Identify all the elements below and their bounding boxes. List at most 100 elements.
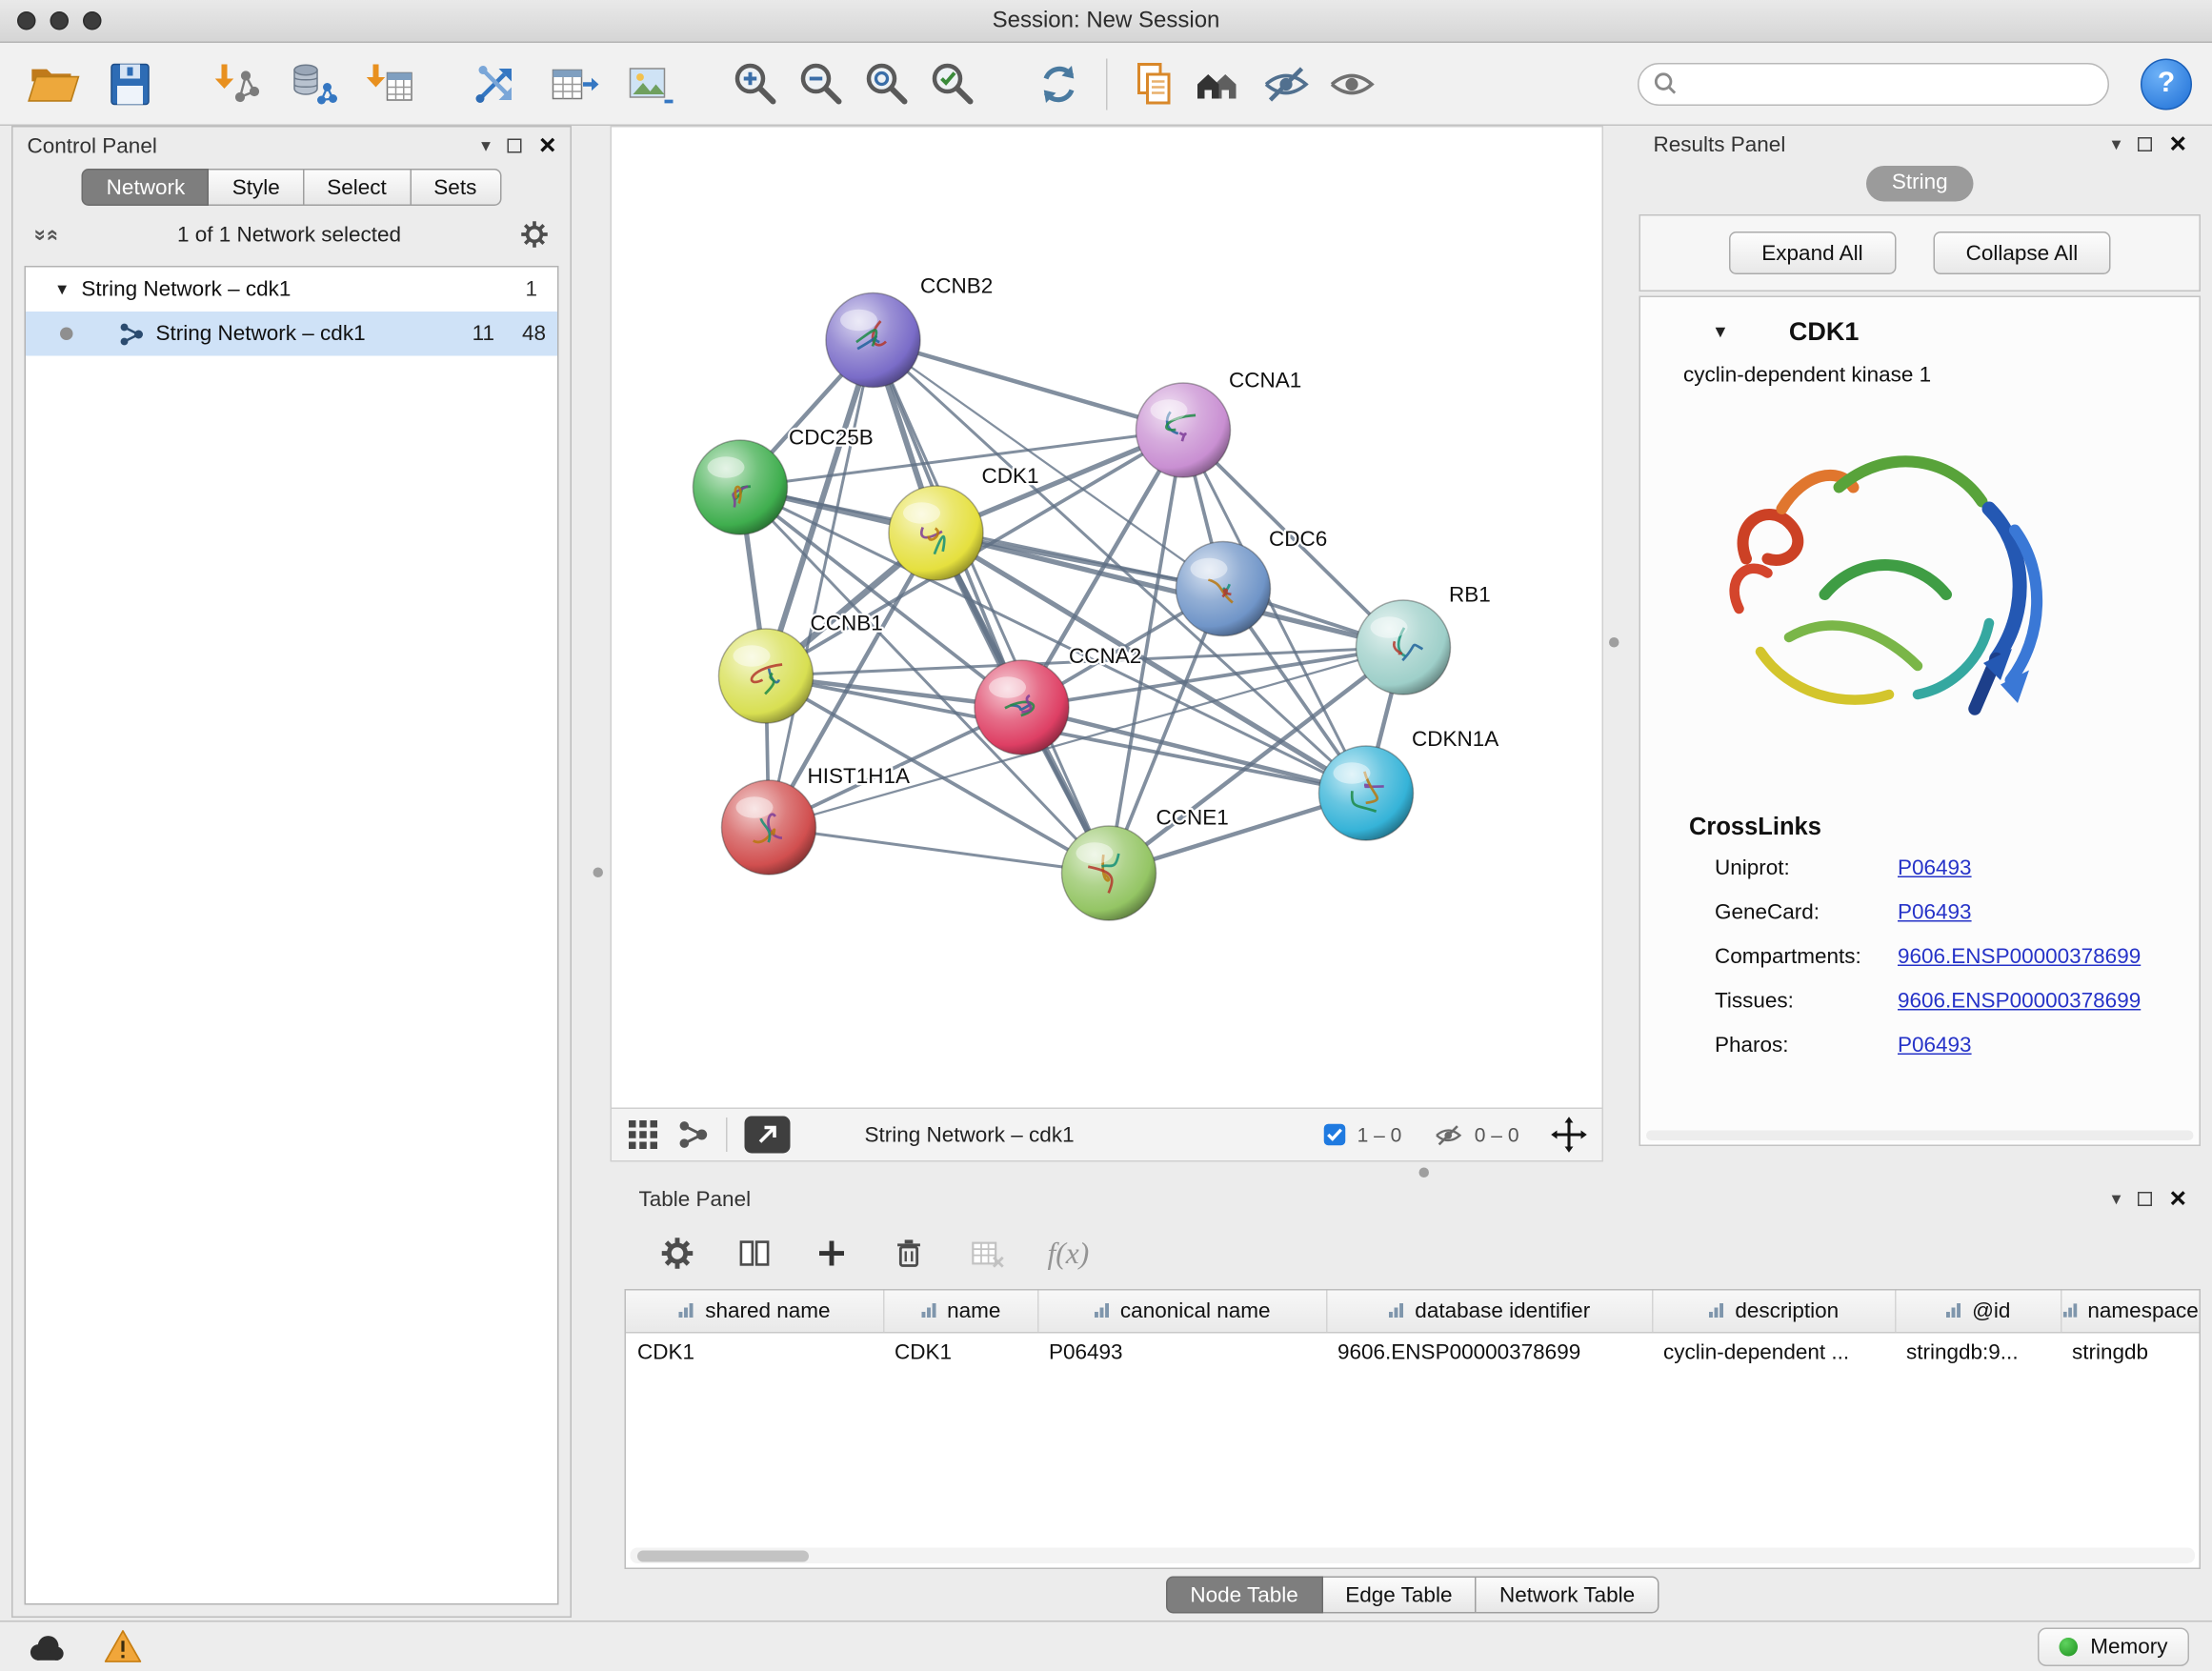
vertical-splitter-handle[interactable] xyxy=(593,868,604,878)
gene-detail-section: ▼ CDK1 cyclin-dependent kinase 1 CrossLi… xyxy=(1639,296,2202,1147)
zoom-out-button[interactable] xyxy=(789,50,855,116)
function-builder-icon[interactable]: f(x) xyxy=(1048,1236,1090,1272)
memory-label: Memory xyxy=(2090,1635,2167,1660)
collapse-all-button[interactable]: Collapse All xyxy=(1933,232,2111,274)
zoom-in-button[interactable] xyxy=(723,50,789,116)
control-panel-title: Control Panel xyxy=(28,133,157,158)
share-network-icon[interactable] xyxy=(677,1119,709,1151)
refresh-layout-button[interactable] xyxy=(1026,50,1092,116)
crosslink-link[interactable]: P06493 xyxy=(1898,856,1972,881)
birds-eye-view-icon[interactable] xyxy=(626,1117,660,1152)
column-header-namespace[interactable]: namespace xyxy=(2061,1291,2200,1333)
selected-checkbox-icon[interactable] xyxy=(1323,1123,1346,1146)
float-panel-icon[interactable] xyxy=(508,139,522,153)
scrollbar-thumb[interactable] xyxy=(637,1550,809,1561)
open-session-button[interactable] xyxy=(20,50,86,116)
gene-section-header[interactable]: ▼ CDK1 xyxy=(1640,306,2200,357)
new-table-button[interactable] xyxy=(540,50,606,116)
column-header-canonical-name[interactable]: canonical name xyxy=(1037,1291,1326,1333)
tree-expand-icon[interactable]: ▼ xyxy=(54,281,70,298)
table-panel-title: Table Panel xyxy=(639,1187,752,1212)
float-panel-icon[interactable] xyxy=(2138,137,2152,151)
export-image-button[interactable] xyxy=(617,50,683,116)
crosslink-link[interactable]: 9606.ENSP00000378699 xyxy=(1898,989,2141,1014)
node-label-CDC25B: CDC25B xyxy=(789,426,874,450)
column-header--id[interactable]: @id xyxy=(1895,1291,2061,1333)
crosslink-link[interactable]: 9606.ENSP00000378699 xyxy=(1898,945,2141,970)
table-row[interactable]: CDK1CDK1P064939606.ENSP00000378699cyclin… xyxy=(626,1332,2200,1372)
help-button[interactable]: ? xyxy=(2141,58,2192,110)
network-row[interactable]: String Network – cdk1 11 48 xyxy=(26,312,557,356)
copy-button[interactable] xyxy=(1122,50,1188,116)
cloud-icon[interactable] xyxy=(23,1629,69,1663)
column-header-shared-name[interactable]: shared name xyxy=(626,1291,883,1333)
results-splitter-handle[interactable] xyxy=(1609,637,1619,648)
node-label-CCNA1: CCNA1 xyxy=(1229,369,1301,393)
collapse-panel-icon[interactable]: ▾ xyxy=(2112,1188,2122,1211)
network-canvas[interactable]: CCNB2CCNA1CDC25BCDK1CDC6RB1CCNB1CCNA2CDK… xyxy=(612,128,1602,1107)
import-table-icon xyxy=(365,58,416,110)
application-window: Session: New Session xyxy=(0,0,2212,1671)
column-header-description[interactable]: description xyxy=(1652,1291,1895,1333)
tab-node-table[interactable]: Node Table xyxy=(1166,1577,1322,1614)
open-folder-icon xyxy=(26,56,80,111)
current-network-indicator xyxy=(60,328,73,341)
hidden-eye-icon[interactable] xyxy=(1433,1119,1463,1150)
minimize-window-button[interactable] xyxy=(50,11,70,30)
float-panel-icon[interactable] xyxy=(2138,1192,2152,1206)
memory-button[interactable]: Memory xyxy=(2038,1627,2189,1666)
collapse-panel-icon[interactable]: ▾ xyxy=(481,134,491,157)
results-panel-controls: ▾ × xyxy=(2112,133,2186,156)
column-header-name[interactable]: name xyxy=(883,1291,1037,1333)
crosslink-row: Uniprot:P06493 xyxy=(1715,856,2200,881)
window-controls xyxy=(17,11,102,30)
show-all-button[interactable] xyxy=(1319,50,1385,116)
tab-style[interactable]: Style xyxy=(210,169,305,206)
close-panel-icon[interactable]: × xyxy=(2169,134,2186,154)
network-view[interactable]: CCNB2CCNA1CDC25BCDK1CDC6RB1CCNB1CCNA2CDK… xyxy=(611,126,1604,1108)
tab-select[interactable]: Select xyxy=(304,169,411,206)
horizontal-splitter-handle[interactable] xyxy=(1419,1168,1430,1178)
node-label-CCNE1: CCNE1 xyxy=(1156,806,1229,830)
section-collapse-icon[interactable]: ▼ xyxy=(1712,322,1729,342)
tab-sets[interactable]: Sets xyxy=(411,169,501,206)
string-home-button[interactable] xyxy=(1188,50,1254,116)
open-in-new-window-button[interactable] xyxy=(745,1117,791,1154)
import-network-file-button[interactable] xyxy=(203,50,269,116)
results-scrollbar[interactable] xyxy=(1646,1131,2194,1141)
close-panel-icon[interactable]: × xyxy=(2169,1189,2186,1209)
zoom-fit-button[interactable] xyxy=(855,50,920,116)
control-panel-tabs: NetworkStyleSelectSets xyxy=(13,169,571,206)
tab-edge-table[interactable]: Edge Table xyxy=(1322,1577,1477,1614)
move-crosshair-icon[interactable] xyxy=(1551,1117,1588,1154)
import-network-database-button[interactable] xyxy=(280,50,346,116)
maximize-window-button[interactable] xyxy=(83,11,102,30)
delete-column-trash-icon[interactable] xyxy=(891,1235,928,1272)
node-label-CCNA2: CCNA2 xyxy=(1069,644,1141,668)
close-panel-icon[interactable]: × xyxy=(539,136,556,156)
crosslink-link[interactable]: P06493 xyxy=(1898,1034,1972,1058)
tab-network-table[interactable]: Network Table xyxy=(1477,1577,1659,1614)
save-session-button[interactable] xyxy=(97,50,163,116)
node-count: 11 xyxy=(454,322,506,347)
hide-selected-button[interactable] xyxy=(1254,50,1319,116)
expand-all-button[interactable]: Expand All xyxy=(1729,232,1896,274)
tab-string[interactable]: String xyxy=(1866,166,1974,202)
column-header-database-identifier[interactable]: database identifier xyxy=(1326,1291,1652,1333)
close-window-button[interactable] xyxy=(17,11,36,30)
status-bar: Memory xyxy=(0,1621,2212,1671)
new-network-button[interactable] xyxy=(463,50,529,116)
tab-network[interactable]: Network xyxy=(82,169,210,206)
crosslink-link[interactable]: P06493 xyxy=(1898,900,1972,925)
table-settings-gear-icon[interactable] xyxy=(659,1235,696,1272)
search-input[interactable] xyxy=(1689,70,2094,98)
network-options-gear-icon[interactable] xyxy=(519,219,551,251)
collapse-panel-icon[interactable]: ▾ xyxy=(2112,133,2122,156)
collapse-all-networks-icon[interactable]: « xyxy=(43,229,65,241)
warning-icon[interactable] xyxy=(103,1628,143,1665)
add-column-icon[interactable] xyxy=(814,1235,851,1272)
import-table-button[interactable] xyxy=(357,50,423,116)
network-collection-row[interactable]: ▼ String Network – cdk1 1 xyxy=(26,268,557,312)
zoom-selected-button[interactable] xyxy=(920,50,986,116)
show-columns-icon[interactable] xyxy=(736,1235,774,1272)
